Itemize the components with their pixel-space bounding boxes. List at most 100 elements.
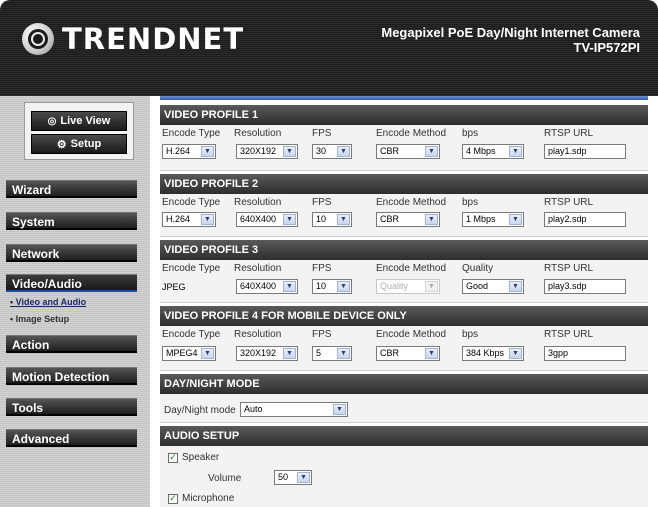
col-encode-type: Encode Type	[162, 128, 221, 139]
profile-1-header: VIDEO PROFILE 1	[160, 105, 648, 125]
p1-encode-type-select[interactable]: H.264 ▼	[162, 144, 216, 159]
day-night-select[interactable]: Auto ▼	[240, 402, 348, 417]
col-resolution: Resolution	[234, 197, 282, 208]
p3-resolution-value: 640X400	[240, 281, 277, 291]
col-resolution: Resolution	[234, 128, 282, 139]
p2-resolution-select[interactable]: 640X400 ▼	[236, 212, 298, 227]
profile-4-header: VIDEO PROFILE 4 FOR MOBILE DEVICE ONLY	[160, 306, 648, 326]
nav-motion-detection[interactable]: Motion Detection	[6, 367, 137, 385]
p3-quality-value: Good	[466, 281, 489, 291]
p3-resolution-select[interactable]: 640X400 ▼	[236, 279, 298, 294]
chevron-down-icon: ▼	[509, 281, 522, 292]
p4-bps-value: 384 Kbps	[466, 348, 505, 358]
chevron-down-icon: ▼	[333, 404, 346, 415]
p2-encode-method-select[interactable]: CBR ▼	[376, 212, 440, 227]
col-encode-method: Encode Method	[376, 197, 447, 208]
p1-fps-value: 30	[316, 146, 327, 156]
col-bps: bps	[462, 128, 479, 139]
p1-resolution-value: 320X192	[240, 146, 277, 156]
chevron-down-icon: ▼	[283, 348, 296, 359]
p3-fps-select[interactable]: 10 ▼	[312, 279, 352, 294]
p2-bps-value: 1 Mbps	[466, 214, 496, 224]
col-fps: FPS	[312, 329, 332, 340]
settings-panel: VIDEO PROFILE 1 Encode Type Resolution F…	[160, 101, 648, 507]
chevron-down-icon: ▼	[509, 146, 522, 157]
chevron-down-icon: ▼	[337, 214, 350, 225]
volume-value: 50	[278, 472, 289, 482]
p3-rtsp-input[interactable]: play3.sdp	[544, 279, 626, 294]
sub-image-setup[interactable]: • Image Setup	[10, 314, 69, 324]
p2-encode-type-select[interactable]: H.264 ▼	[162, 212, 216, 227]
p2-bps-select[interactable]: 1 Mbps ▼	[462, 212, 524, 227]
p1-encode-method-select[interactable]: CBR ▼	[376, 144, 440, 159]
nav-system[interactable]: System	[6, 212, 137, 230]
nav-advanced[interactable]: Advanced	[6, 429, 137, 447]
chevron-down-icon: ▼	[283, 281, 296, 292]
chevron-down-icon: ▼	[297, 472, 310, 483]
p1-resolution-select[interactable]: 320X192 ▼	[236, 144, 298, 159]
p4-resolution-select[interactable]: 320X192 ▼	[236, 346, 298, 361]
nav-wizard[interactable]: Wizard	[6, 180, 137, 198]
p1-encode-method-value: CBR	[380, 146, 400, 156]
sub-image-setup-label: Image Setup	[15, 314, 70, 324]
sub-video-and-audio[interactable]: • Video and Audio	[10, 297, 86, 307]
p4-fps-select[interactable]: 5 ▼	[312, 346, 352, 361]
trendnet-logo: TRENDNET	[22, 22, 244, 56]
col-fps: FPS	[312, 263, 332, 274]
profile-2-header: VIDEO PROFILE 2	[160, 174, 648, 194]
microphone-checkbox[interactable]: ✓	[168, 494, 178, 504]
chevron-down-icon: ▼	[425, 348, 438, 359]
nav-network[interactable]: Network	[6, 244, 137, 262]
p4-rtsp-input[interactable]: 3gpp	[544, 346, 626, 361]
page-header: TRENDNET Megapixel PoE Day/Night Interne…	[0, 0, 658, 96]
p1-bps-value: 4 Mbps	[466, 146, 496, 156]
product-line: Megapixel PoE Day/Night Internet Camera	[381, 25, 640, 40]
col-quality: Quality	[462, 263, 494, 274]
sub-video-and-audio-label: Video and Audio	[15, 297, 87, 307]
setup-button[interactable]: ⚙ Setup	[31, 134, 127, 154]
volume-label: Volume	[208, 473, 242, 484]
col-encode-method: Encode Method	[376, 263, 447, 274]
nav-video-audio[interactable]: Video/Audio	[6, 274, 137, 292]
p4-bps-select[interactable]: 384 Kbps ▼	[462, 346, 524, 361]
p4-encode-method-select[interactable]: CBR ▼	[376, 346, 440, 361]
p2-fps-value: 10	[316, 214, 327, 224]
p2-resolution-value: 640X400	[240, 214, 277, 224]
p2-rtsp-input[interactable]: play2.sdp	[544, 212, 626, 227]
chevron-down-icon: ▼	[425, 146, 438, 157]
trendnet-logo-icon	[22, 23, 54, 55]
col-rtsp-url: RTSP URL	[544, 197, 594, 208]
live-view-button[interactable]: ◎ Live View	[31, 111, 127, 131]
p1-bps-select[interactable]: 4 Mbps ▼	[462, 144, 524, 159]
speaker-checkbox[interactable]: ✓	[168, 453, 178, 463]
chevron-down-icon: ▼	[337, 281, 350, 292]
col-rtsp-url: RTSP URL	[544, 128, 594, 139]
p4-resolution-value: 320X192	[240, 348, 277, 358]
nav-action[interactable]: Action	[6, 335, 137, 353]
microphone-label: Microphone	[182, 493, 235, 504]
p1-fps-select[interactable]: 30 ▼	[312, 144, 352, 159]
chevron-down-icon: ▼	[201, 214, 214, 225]
p3-quality-select[interactable]: Good ▼	[462, 279, 524, 294]
p1-encode-type-value: H.264	[166, 146, 191, 156]
p1-rtsp-input[interactable]: play1.sdp	[544, 144, 626, 159]
p4-encode-type-select[interactable]: MPEG4 ▼	[162, 346, 216, 361]
chevron-down-icon: ▼	[337, 146, 350, 157]
p2-fps-select[interactable]: 10 ▼	[312, 212, 352, 227]
p3-encode-type-value: JPEG	[162, 282, 186, 292]
col-bps: bps	[462, 329, 479, 340]
volume-select[interactable]: 50 ▼	[274, 470, 312, 485]
gear-icon: ⚙	[56, 138, 67, 151]
top-accent-bar	[160, 96, 648, 100]
col-rtsp-url: RTSP URL	[544, 329, 594, 340]
chevron-down-icon: ▼	[201, 348, 214, 359]
chevron-down-icon: ▼	[283, 146, 296, 157]
main-content: VIDEO PROFILE 1 Encode Type Resolution F…	[150, 96, 658, 507]
product-model: TV-IP572PI	[573, 40, 640, 55]
nav-tools[interactable]: Tools	[6, 398, 137, 416]
p3-fps-value: 10	[316, 281, 327, 291]
col-fps: FPS	[312, 197, 332, 208]
chevron-down-icon: ▼	[425, 281, 438, 292]
live-view-label: Live View	[60, 115, 111, 127]
chevron-down-icon: ▼	[201, 146, 214, 157]
